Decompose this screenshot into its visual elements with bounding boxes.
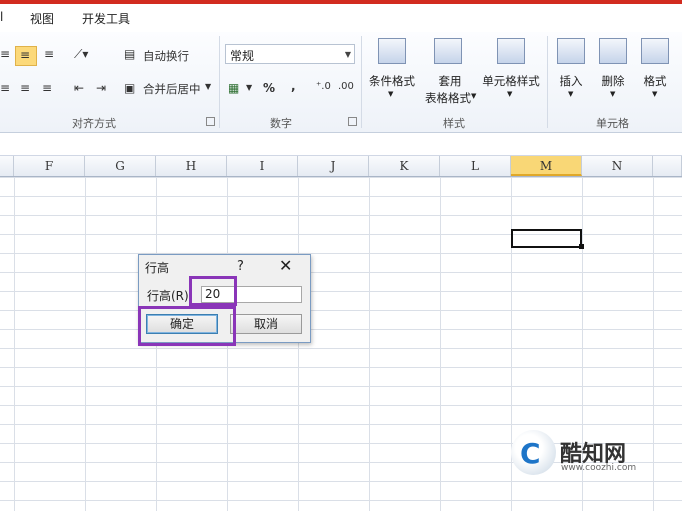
column-header[interactable]: J: [298, 156, 369, 176]
number-format-select[interactable]: 常规 ▼: [225, 44, 355, 64]
cell-styles-label: 单元格样式: [482, 74, 540, 88]
wrap-text-button[interactable]: 自动换行: [143, 48, 189, 64]
align-bottom-icon[interactable]: ≡: [44, 47, 54, 61]
fill-handle[interactable]: [579, 244, 584, 249]
decrease-indent-icon[interactable]: ⇤: [74, 81, 84, 95]
delete-icon: [599, 38, 627, 64]
percent-button[interactable]: %: [263, 81, 275, 95]
table-format-icon: [434, 38, 462, 64]
table-format-label-1: 套用: [438, 74, 462, 88]
table-format-label-2: 表格格式: [425, 91, 471, 105]
column-header[interactable]: G: [85, 156, 156, 176]
dialog-title: 行高: [145, 261, 170, 275]
format-label: 格式: [643, 74, 667, 88]
chevron-down-icon: ▼: [507, 90, 513, 98]
delete-label: 删除: [601, 74, 625, 88]
insert-label: 插入: [559, 74, 583, 88]
align-middle-icon: ≡: [20, 48, 31, 62]
currency-dropdown-icon[interactable]: ▼: [246, 83, 252, 92]
column-header-partial[interactable]: [0, 156, 14, 176]
chevron-down-icon: ▼: [568, 90, 574, 98]
number-format-value: 常规: [230, 49, 255, 63]
format-icon: [641, 38, 669, 64]
alignment-group-label: 对齐方式: [72, 117, 116, 130]
align-middle-button[interactable]: ≡: [15, 46, 37, 66]
group-divider: [219, 36, 220, 128]
alignment-launcher-icon[interactable]: [206, 117, 215, 126]
cancel-button[interactable]: 取消: [230, 314, 302, 334]
column-header-selected[interactable]: M: [511, 156, 582, 176]
column-header[interactable]: L: [440, 156, 511, 176]
watermark-logo-letter: C: [520, 437, 541, 470]
currency-icon[interactable]: ▦: [228, 81, 239, 95]
cell-styles-icon: [497, 38, 525, 64]
wrap-text-icon: ▤: [124, 47, 136, 61]
column-header-row: F G H I J K L M N: [0, 156, 682, 177]
number-launcher-icon[interactable]: [348, 117, 357, 126]
help-button[interactable]: ?: [237, 259, 244, 274]
merge-center-icon: ▣: [124, 81, 136, 95]
group-divider: [361, 36, 362, 128]
chevron-down-icon: ▼: [388, 90, 394, 98]
menu-item-view[interactable]: 视图: [30, 10, 54, 27]
insert-icon: [557, 38, 585, 64]
group-divider: [547, 36, 548, 128]
menu-item-developer[interactable]: 开发工具: [82, 10, 130, 27]
column-header[interactable]: F: [14, 156, 85, 176]
styles-group-label: 样式: [443, 117, 465, 130]
conditional-format-label: 条件格式: [369, 74, 415, 88]
column-header[interactable]: K: [369, 156, 440, 176]
column-header-partial[interactable]: [653, 156, 682, 176]
align-right-icon[interactable]: ≡: [42, 81, 52, 95]
merge-dropdown-icon[interactable]: ▼: [205, 82, 211, 91]
menu-item-partial[interactable]: l: [0, 10, 3, 24]
column-header[interactable]: I: [227, 156, 298, 176]
watermark-url: www.coozhi.com: [561, 463, 637, 473]
merge-center-button[interactable]: 合并后居中: [143, 81, 201, 97]
align-top-icon[interactable]: ≡: [0, 47, 10, 61]
highlight-box-input: [189, 276, 237, 306]
chevron-down-icon: ▼: [471, 92, 477, 100]
decrease-decimal-icon[interactable]: .00: [338, 81, 354, 92]
comma-button[interactable]: ,: [291, 79, 296, 93]
column-header[interactable]: N: [582, 156, 653, 176]
menu-bar: l 视图 开发工具: [0, 4, 682, 32]
increase-decimal-icon[interactable]: ⁺.0: [316, 81, 331, 92]
cells-group-label: 单元格: [596, 117, 629, 130]
chevron-down-icon: ▼: [610, 90, 616, 98]
column-header[interactable]: H: [156, 156, 227, 176]
align-left-icon[interactable]: ≡: [0, 81, 10, 95]
ribbon: ≡ ≡ ≡ ⟋▾ ≡ ≡ ≡ ⇤ ⇥ ▤ 自动换行 ▣ 合并后居中 ▼ 对齐方式…: [0, 32, 682, 133]
chevron-down-icon: ▼: [344, 50, 351, 59]
orientation-icon[interactable]: ⟋▾: [74, 47, 88, 62]
highlight-box-ok: [138, 306, 236, 346]
increase-indent-icon[interactable]: ⇥: [96, 81, 106, 95]
active-cell[interactable]: [511, 229, 582, 248]
chevron-down-icon: ▼: [652, 90, 658, 98]
row-height-label: 行高(R):: [147, 289, 193, 303]
formula-bar[interactable]: [0, 133, 682, 156]
number-group-label: 数字: [270, 117, 292, 130]
conditional-format-icon: [378, 38, 406, 64]
close-icon[interactable]: ✕: [279, 256, 292, 275]
align-center-icon[interactable]: ≡: [20, 81, 30, 95]
